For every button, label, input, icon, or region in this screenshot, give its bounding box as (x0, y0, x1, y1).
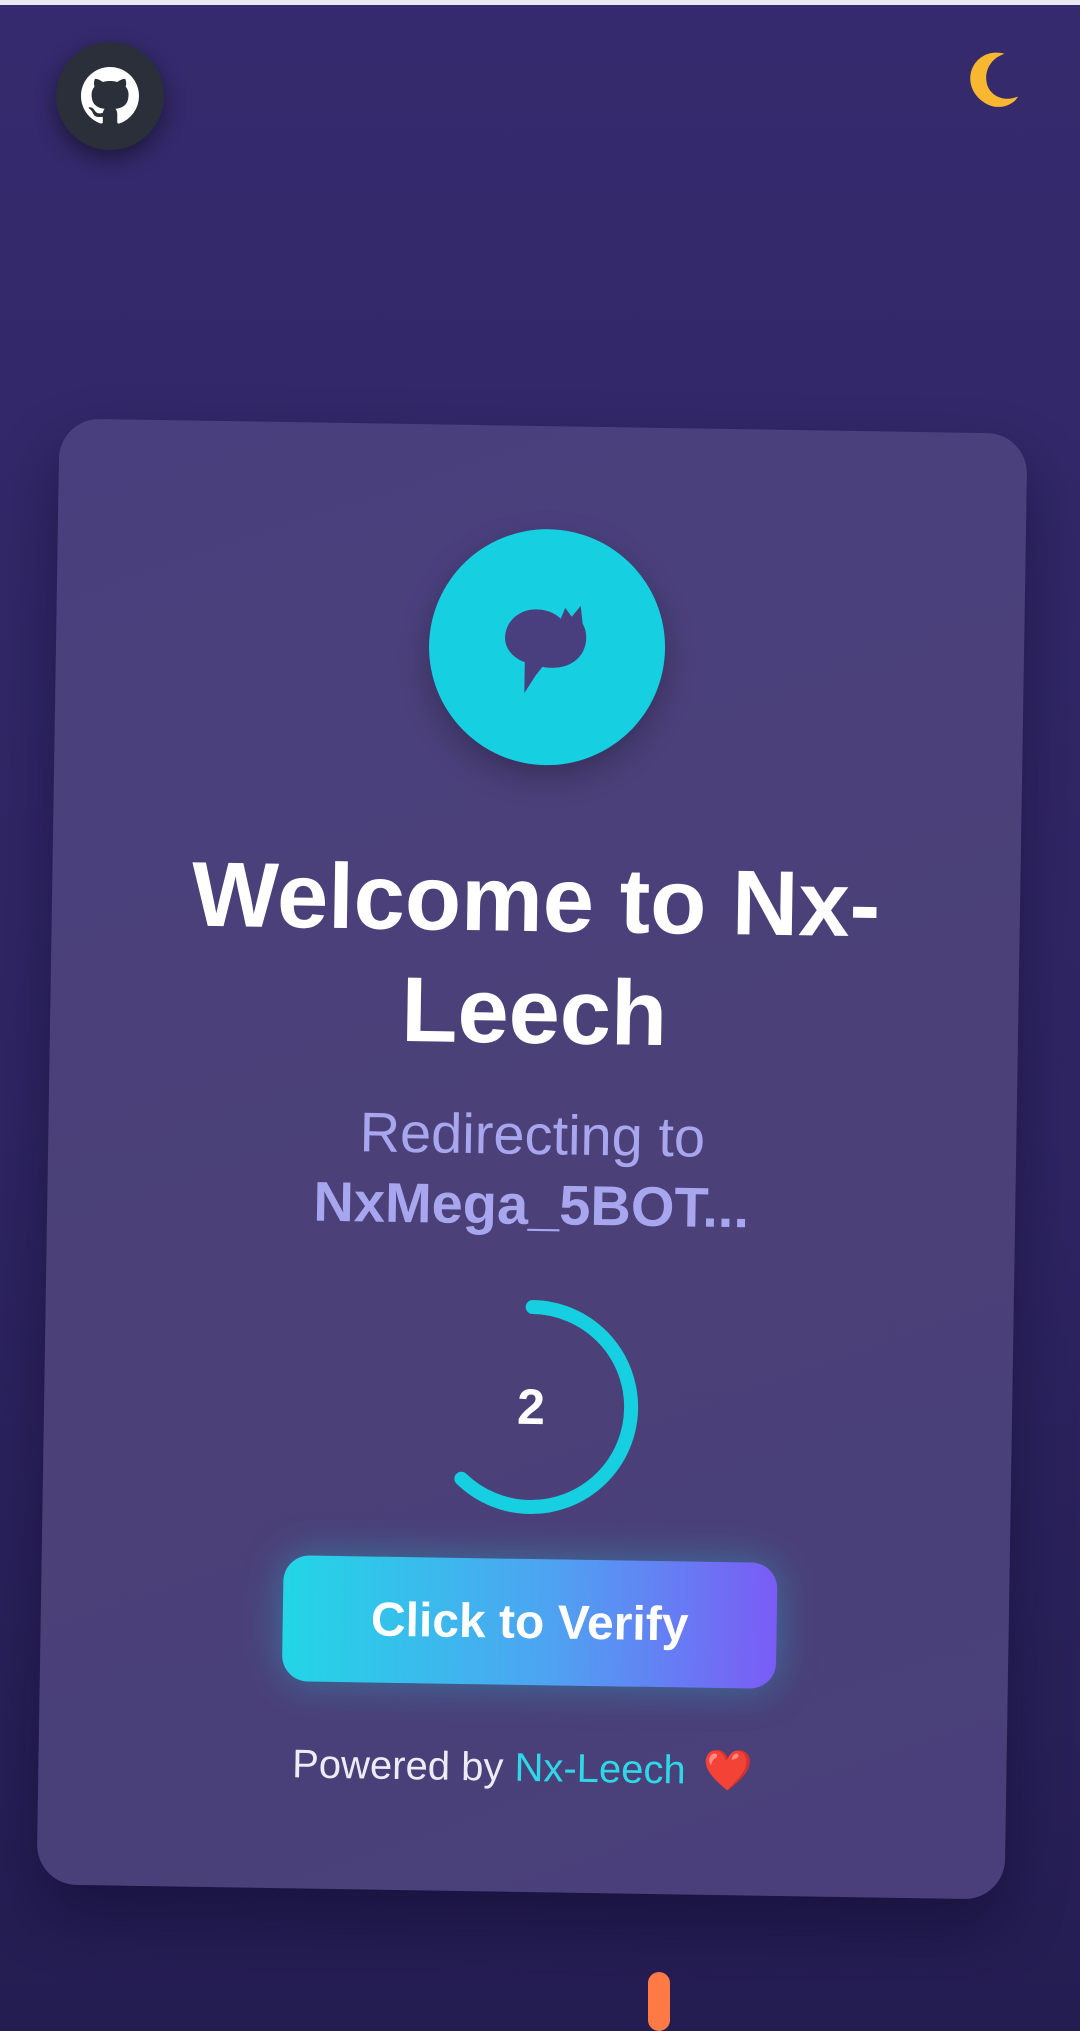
github-button[interactable] (56, 42, 164, 150)
crescent-moon-icon (970, 52, 1019, 107)
welcome-card-wrapper: Welcome to Nx- Leech Redirecting to NxMe… (36, 418, 1028, 1900)
page-title: Welcome to Nx- Leech (89, 837, 980, 1075)
welcome-card: Welcome to Nx- Leech Redirecting to NxMe… (36, 418, 1028, 1900)
bot-name: NxMega_5BOT... (312, 1169, 750, 1240)
theme-toggle-button[interactable] (958, 44, 1028, 114)
leech-logo-icon (505, 605, 587, 694)
browser-top-strip (0, 0, 1080, 5)
heart-icon: ❤️ (702, 1748, 754, 1794)
app-logo (427, 527, 667, 768)
title-line-1: Welcome to Nx- (191, 843, 882, 957)
powered-by-footer: Powered by Nx-Leech ❤️ (78, 1733, 967, 1803)
countdown-number: 2 (516, 1378, 546, 1436)
powered-by-text: Powered by (291, 1742, 504, 1790)
redirect-message: Redirecting to NxMega_5BOT... (87, 1093, 977, 1247)
github-icon (81, 67, 139, 124)
title-line-2: Leech (400, 958, 669, 1066)
nx-leech-link[interactable]: Nx-Leech (514, 1746, 686, 1793)
scroll-handle[interactable] (648, 1972, 670, 2031)
verify-button[interactable]: Click to Verify (281, 1555, 778, 1689)
countdown-timer: 2 (414, 1290, 648, 1524)
